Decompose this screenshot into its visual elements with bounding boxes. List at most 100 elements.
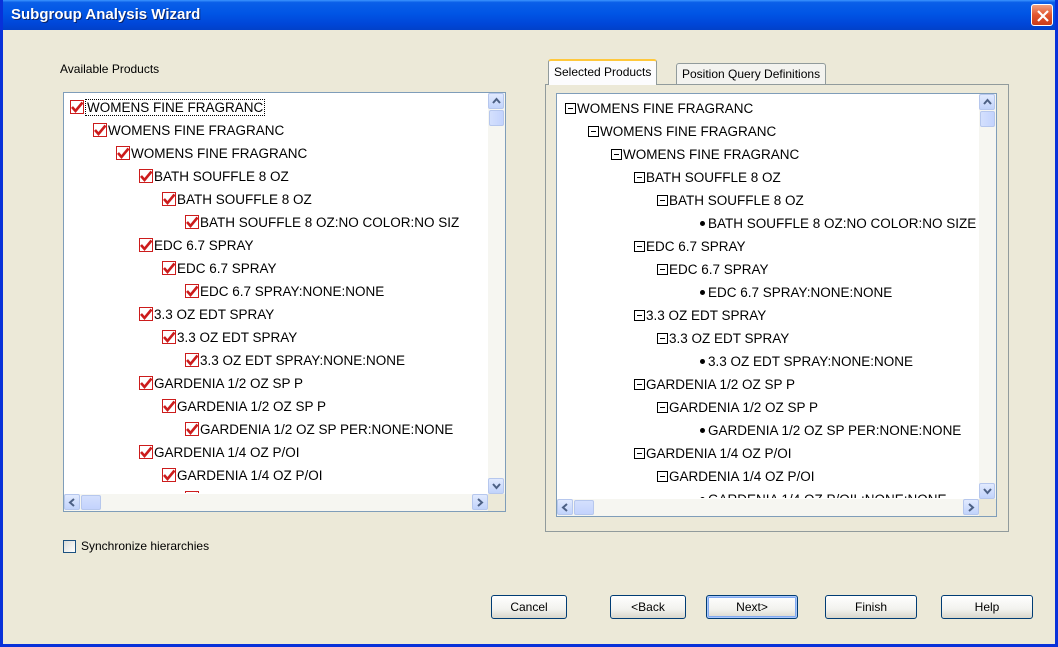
scroll-thumb[interactable]	[574, 500, 594, 515]
tree-item[interactable]: BATH SOUFFLE 8 OZ	[139, 166, 289, 187]
collapse-icon[interactable]	[565, 103, 576, 114]
tab-selected-products[interactable]: Selected Products	[548, 59, 658, 85]
tree-item-label: 3.3 OZ EDT SPRAY	[646, 308, 767, 323]
checkmark-icon[interactable]	[116, 146, 130, 160]
tree-item[interactable]: WOMENS FINE FRAGRANC	[70, 97, 266, 118]
tree-item-label: WOMENS FINE FRAGRANC	[131, 146, 308, 161]
back-button[interactable]: <Back	[610, 595, 686, 619]
scroll-down-button[interactable]	[488, 478, 504, 494]
help-button[interactable]: Help	[941, 595, 1033, 619]
collapse-icon[interactable]	[634, 448, 645, 459]
checkmark-icon[interactable]	[162, 261, 176, 275]
scroll-left-button[interactable]	[557, 499, 573, 515]
tree-item[interactable]: GARDENIA 1/2 OZ SP P	[162, 396, 326, 417]
tree-item[interactable]: BATH SOUFFLE 8 OZ:NO COLOR:NO SIZ	[185, 212, 459, 233]
tree-item[interactable]: 3.3 OZ EDT SPRAY	[139, 304, 274, 325]
scroll-right-button[interactable]	[472, 494, 488, 510]
tree-item[interactable]: GARDENIA 1/2 OZ SP P	[634, 374, 795, 395]
tree-item[interactable]: GARDENIA 1/4 OZ P/OI	[162, 465, 323, 486]
scroll-up-button[interactable]	[979, 94, 995, 110]
available-vertical-scrollbar[interactable]	[488, 93, 505, 494]
tree-item[interactable]: GARDENIA 1/2 OZ SP PER:NONE:NONE	[698, 420, 961, 441]
collapse-icon[interactable]	[634, 172, 645, 183]
scroll-right-button[interactable]	[963, 499, 979, 515]
collapse-icon[interactable]	[634, 379, 645, 390]
tree-item-label: EDC 6.7 SPRAY	[646, 239, 746, 254]
synchronize-hierarchies-checkbox[interactable]	[63, 540, 76, 553]
checkmark-icon[interactable]	[185, 284, 199, 298]
tree-item[interactable]: GARDENIA 1/4 OZ P/OI	[634, 443, 792, 464]
checkmark-icon[interactable]	[162, 468, 176, 482]
tree-item[interactable]: EDC 6.7 SPRAY	[657, 259, 769, 280]
scroll-up-button[interactable]	[488, 93, 504, 109]
checkmark-icon[interactable]	[93, 123, 107, 137]
selected-products-tree[interactable]: WOMENS FINE FRAGRANC WOMENS FINE FRAGRANC…	[556, 93, 997, 517]
scroll-left-button[interactable]	[64, 494, 80, 510]
checkmark-icon[interactable]	[162, 399, 176, 413]
checkmark-icon[interactable]	[185, 353, 199, 367]
scroll-thumb[interactable]	[81, 495, 101, 510]
tree-item[interactable]: 3.3 OZ EDT SPRAY	[657, 328, 789, 349]
tree-item[interactable]: GARDENIA 1/4 OZ P/OI	[657, 466, 815, 487]
close-button[interactable]	[1031, 4, 1053, 26]
title-bar[interactable]: Subgroup Analysis Wizard	[3, 0, 1055, 30]
finish-button[interactable]: Finish	[825, 595, 917, 619]
tab-position-query-definitions[interactable]: Position Query Definitions	[676, 63, 827, 85]
selected-vertical-scrollbar[interactable]	[979, 94, 996, 499]
tree-item[interactable]: WOMENS FINE FRAGRANC	[611, 144, 799, 165]
tree-item[interactable]: GARDENIA 1/2 OZ SP P	[139, 373, 303, 394]
tree-item[interactable]: EDC 6.7 SPRAY	[634, 236, 746, 257]
tree-item[interactable]: EDC 6.7 SPRAY	[162, 258, 277, 279]
chevron-left-icon	[68, 498, 75, 507]
checkmark-icon[interactable]	[139, 376, 153, 390]
collapse-icon[interactable]	[611, 149, 622, 160]
checkmark-icon[interactable]	[185, 215, 199, 229]
checkmark-icon[interactable]	[185, 491, 199, 493]
tree-item[interactable]: BATH SOUFFLE 8 OZ:NO COLOR:NO SIZE	[698, 213, 976, 234]
collapse-icon[interactable]	[634, 241, 645, 252]
checkmark-icon[interactable]	[162, 330, 176, 344]
tree-item[interactable]: EDC 6.7 SPRAY:NONE:NONE	[185, 281, 384, 302]
scroll-down-button[interactable]	[979, 483, 995, 499]
collapse-icon[interactable]	[657, 402, 668, 413]
tree-item[interactable]: EDC 6.7 SPRAY	[139, 235, 254, 256]
cancel-button[interactable]: Cancel	[491, 595, 567, 619]
collapse-icon[interactable]	[657, 333, 668, 344]
tree-item[interactable]: 3.3 OZ EDT SPRAY	[162, 327, 297, 348]
collapse-icon[interactable]	[657, 471, 668, 482]
tree-item[interactable]: WOMENS FINE FRAGRANC	[116, 143, 307, 164]
scroll-thumb[interactable]	[980, 111, 995, 127]
tree-item[interactable]: EDC 6.7 SPRAY:NONE:NONE	[698, 282, 892, 303]
checkmark-icon[interactable]	[139, 445, 153, 459]
tree-item-label: GARDENIA 1/2 OZ SP P	[154, 376, 304, 391]
tree-item[interactable]: GARDENIA 1/4 OZ P/OIL:NONE:NONE	[698, 489, 947, 498]
tree-item[interactable]: 3.3 OZ EDT SPRAY:NONE:NONE	[698, 351, 913, 372]
tree-item[interactable]: GARDENIA 1/4 OZ P/OIL:NONE:NONE	[185, 488, 439, 493]
available-horizontal-scrollbar[interactable]	[64, 494, 488, 511]
available-products-tree[interactable]: WOMENS FINE FRAGRANC WOMENS FINE FRAGRANC…	[63, 92, 506, 512]
checkmark-icon[interactable]	[139, 169, 153, 183]
tree-item[interactable]: BATH SOUFFLE 8 OZ	[634, 167, 781, 188]
tree-item[interactable]: GARDENIA 1/2 OZ SP P	[657, 397, 818, 418]
tree-item[interactable]: GARDENIA 1/2 OZ SP PER:NONE:NONE	[185, 419, 453, 440]
tree-item[interactable]: GARDENIA 1/4 OZ P/OI	[139, 442, 300, 463]
tree-item[interactable]: BATH SOUFFLE 8 OZ	[162, 189, 312, 210]
scroll-thumb[interactable]	[489, 110, 504, 126]
tree-item[interactable]: 3.3 OZ EDT SPRAY:NONE:NONE	[185, 350, 405, 371]
checkmark-icon[interactable]	[70, 100, 84, 114]
tree-item[interactable]: 3.3 OZ EDT SPRAY	[634, 305, 766, 326]
checkmark-icon[interactable]	[185, 422, 199, 436]
selected-horizontal-scrollbar[interactable]	[557, 499, 979, 516]
collapse-icon[interactable]	[634, 310, 645, 321]
tree-item[interactable]: BATH SOUFFLE 8 OZ	[657, 190, 804, 211]
checkmark-icon[interactable]	[162, 192, 176, 206]
collapse-icon[interactable]	[588, 126, 599, 137]
checkmark-icon[interactable]	[139, 307, 153, 321]
checkmark-icon[interactable]	[139, 238, 153, 252]
next-button[interactable]: Next>	[706, 595, 798, 619]
tree-item[interactable]: WOMENS FINE FRAGRANC	[565, 98, 753, 119]
tree-item[interactable]: WOMENS FINE FRAGRANC	[93, 120, 284, 141]
collapse-icon[interactable]	[657, 264, 668, 275]
collapse-icon[interactable]	[657, 195, 668, 206]
tree-item[interactable]: WOMENS FINE FRAGRANC	[588, 121, 776, 142]
